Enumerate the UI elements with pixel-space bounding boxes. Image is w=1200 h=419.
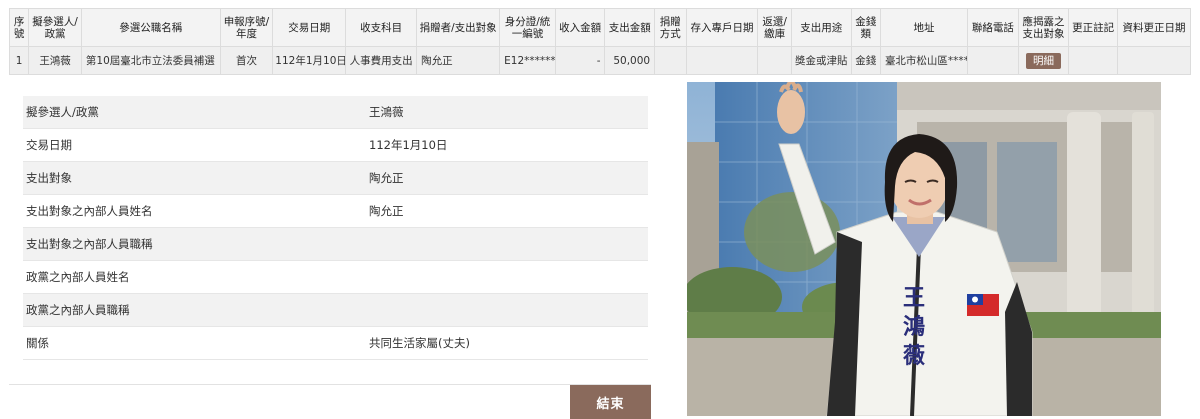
- cell-candidate: 王鴻薇: [28, 46, 82, 75]
- cell-payee: 陶允正: [416, 46, 501, 75]
- cell-office: 第10屆臺北市立法委員補選: [80, 46, 221, 75]
- col-header: 收支科目: [345, 8, 418, 47]
- detail-table: 擬參選人/政黨 王鴻薇 交易日期 112年1月10日 支出對象 陶允正 支出對象之內部人員姓…: [23, 96, 648, 360]
- detail-label: 關係: [23, 326, 366, 360]
- detail-row: 支出對象之內部人員姓名 陶允正: [23, 194, 648, 228]
- detail-label: 政黨之內部人員職稱: [23, 293, 366, 327]
- cell-detail: 明細: [1017, 46, 1070, 75]
- detail-label: 交易日期: [23, 128, 366, 162]
- detail-row: 政黨之內部人員姓名: [23, 260, 648, 294]
- detail-value: 陶允正: [366, 194, 648, 228]
- col-header: 支出用途: [790, 8, 852, 47]
- detail-row: 擬參選人/政黨 王鴻薇: [23, 96, 648, 129]
- col-header: 聯絡電話: [967, 8, 1019, 47]
- col-header: 地址: [879, 8, 969, 47]
- col-header: 支出金額: [604, 8, 656, 47]
- detail-row: 交易日期 112年1月10日: [23, 128, 648, 162]
- cell-date: 112年1月10日: [272, 46, 347, 75]
- col-header: 捐贈方式: [654, 8, 687, 47]
- close-button[interactable]: 結束: [570, 385, 651, 419]
- col-header: 收入金額: [554, 8, 606, 47]
- cell-id-no: E12*******: [499, 46, 556, 75]
- detail-label: 政黨之內部人員姓名: [23, 260, 366, 294]
- detail-label: 支出對象之內部人員姓名: [23, 194, 366, 228]
- cell-returned: [757, 46, 792, 75]
- cell-address: 臺北市松山區****: [879, 46, 969, 75]
- col-header: 金錢類: [850, 8, 881, 47]
- cell-usage: 獎金或津貼: [790, 46, 852, 75]
- cell-deposit-date: [685, 46, 759, 75]
- detail-button[interactable]: 明細: [1025, 52, 1061, 69]
- photo-illustration: 王 鴻 薇: [687, 82, 1161, 416]
- jacket-name-char-3: 薇: [903, 344, 925, 369]
- col-header: 申報序號/年度: [219, 8, 274, 47]
- col-header: 身分證/統一編號: [499, 8, 556, 47]
- detail-row: 關係 共同生活家屬(丈夫): [23, 326, 648, 360]
- detail-row: 支出對象 陶允正: [23, 161, 648, 195]
- cell-report-no: 首次: [219, 46, 274, 75]
- candidate-photo: 王 鴻 薇: [687, 82, 1161, 416]
- detail-panel: 擬參選人/政黨 王鴻薇 交易日期 112年1月10日 支出對象 陶允正 支出對象之內部人員姓…: [9, 82, 651, 419]
- table-header-row: 序號 擬參選人/政黨 參選公職名稱 申報序號/年度 交易日期 收支科目 捐贈者/…: [8, 8, 1192, 47]
- cell-subject: 人事費用支出: [345, 46, 418, 75]
- cell-seq: 1: [8, 46, 30, 75]
- cell-phone: [967, 46, 1019, 75]
- col-header: 交易日期: [272, 8, 347, 47]
- col-header: 捐贈者/支出對象: [416, 8, 501, 47]
- col-header: 擬參選人/政黨: [28, 8, 82, 47]
- detail-value: [366, 293, 648, 327]
- col-header: 序號: [8, 8, 30, 47]
- records-table: 序號 擬參選人/政黨 參選公職名稱 申報序號/年度 交易日期 收支科目 捐贈者/…: [8, 8, 1192, 75]
- detail-value: [366, 227, 648, 261]
- cell-expense: 50,000: [604, 46, 656, 75]
- cell-donate-method: [654, 46, 687, 75]
- col-header: 存入專戶日期: [685, 8, 759, 47]
- detail-value: 112年1月10日: [366, 128, 648, 162]
- cell-income: -: [554, 46, 606, 75]
- detail-label: 支出對象: [23, 161, 366, 195]
- detail-value: [366, 260, 648, 294]
- col-header: 應揭露之支出對象: [1017, 8, 1070, 47]
- jacket-name-char-2: 鴻: [903, 314, 925, 340]
- detail-row: 支出對象之內部人員職稱: [23, 227, 648, 261]
- detail-value: 陶允正: [366, 161, 648, 195]
- col-header: 資料更正日期: [1116, 8, 1192, 47]
- cell-correction: [1068, 46, 1118, 75]
- detail-value: 王鴻薇: [366, 96, 648, 129]
- detail-row: 政黨之內部人員職稱: [23, 293, 648, 327]
- table-row: 1 王鴻薇 第10屆臺北市立法委員補選 首次 112年1月10日 人事費用支出 …: [8, 46, 1192, 75]
- detail-value: 共同生活家屬(丈夫): [366, 326, 648, 360]
- panel-divider: [9, 384, 651, 385]
- cell-correction-date: [1116, 46, 1192, 75]
- cell-money-type: 金錢: [850, 46, 881, 75]
- jacket-name-char-1: 王: [903, 286, 925, 311]
- col-header: 更正註記: [1068, 8, 1118, 47]
- col-header: 參選公職名稱: [80, 8, 221, 47]
- col-header: 返還/繳庫: [757, 8, 792, 47]
- detail-label: 支出對象之內部人員職稱: [23, 227, 366, 261]
- detail-label: 擬參選人/政黨: [23, 96, 366, 129]
